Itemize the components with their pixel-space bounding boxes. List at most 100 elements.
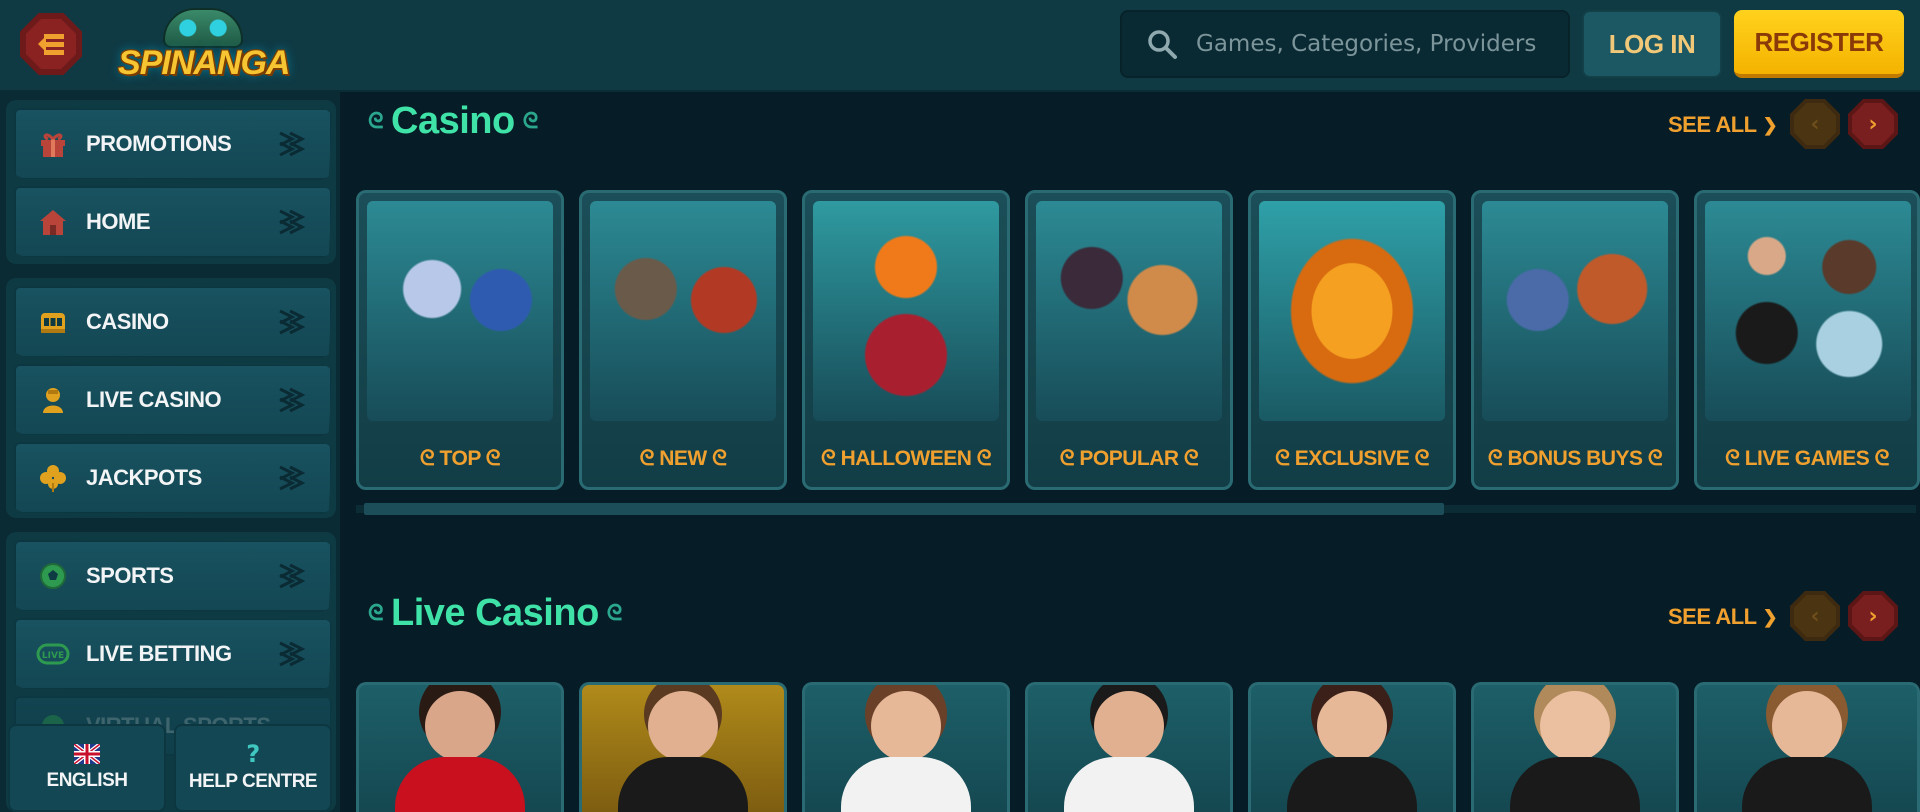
dealer-body — [1064, 757, 1194, 812]
chevron-right-icon — [279, 465, 306, 491]
live-icon: LIVE — [36, 637, 70, 671]
swirl-icon: ᘓ — [706, 447, 727, 470]
swirl-icon: ᘓ — [1487, 447, 1508, 470]
dealer-face — [648, 691, 718, 761]
chevron-right-icon — [279, 387, 306, 413]
question-icon: ? — [246, 740, 260, 768]
swirl-icon: ᘓ — [1725, 447, 1745, 470]
swirl-icon: ᘓ — [639, 447, 660, 470]
swirl-icon: ᘓ — [522, 109, 539, 134]
category-label: ᘓ NEW ᘓ — [639, 447, 727, 470]
sidebar-item-label: LIVE BETTING — [86, 641, 232, 666]
casino-section-title: ᘓ Casino ᘓ — [368, 100, 538, 143]
sidebar-item-home[interactable]: HOME — [14, 186, 332, 258]
live-casino-prev-button[interactable]: ‹ — [1790, 591, 1840, 641]
live-game-card[interactable] — [579, 682, 787, 812]
site-logo[interactable]: SPINANGA — [118, 6, 290, 90]
category-label: ᘓ POPULAR ᘓ — [1059, 447, 1199, 470]
language-selector[interactable]: ENGLISH — [8, 724, 166, 812]
swirl-icon: ᘓ — [368, 601, 384, 626]
gem-artwork — [1259, 201, 1445, 421]
sidebar-toggle-button[interactable] — [20, 13, 82, 75]
category-card-top[interactable]: ᘓ TOP ᘓ — [356, 190, 564, 490]
category-label: ᘓ HALLOWEEN ᘓ — [820, 447, 992, 470]
swirl-icon: ᘓ — [1409, 447, 1430, 470]
see-all-label: SEE ALL — [1668, 604, 1757, 629]
dealer-body — [1287, 757, 1417, 812]
svg-text:LIVE: LIVE — [42, 651, 64, 661]
dealer-icon — [36, 383, 70, 417]
login-button[interactable]: LOG IN — [1582, 10, 1722, 78]
sidebar-item-jackpots[interactable]: JACKPOTS — [14, 442, 332, 514]
sidebar-item-live-betting[interactable]: LIVE LIVE BETTING — [14, 618, 332, 690]
see-all-label: SEE ALL — [1668, 112, 1757, 137]
swirl-icon: ᘓ — [419, 447, 440, 470]
category-label: ᘓ BONUS BUYS ᘓ — [1487, 447, 1663, 470]
logo-text: SPINANGA — [118, 44, 290, 82]
search-box[interactable] — [1120, 10, 1570, 78]
chevron-right-icon: ❯ — [1762, 606, 1778, 627]
category-card-live-games[interactable]: ᘓ LIVE GAMES ᘓ — [1694, 190, 1920, 490]
live-game-card[interactable] — [356, 682, 564, 812]
live-game-card[interactable] — [1025, 682, 1233, 812]
sidebar-item-label: SPORTS — [86, 563, 174, 588]
sidebar-item-live-casino[interactable]: LIVE CASINO — [14, 364, 332, 436]
pharaoh-artwork — [1036, 201, 1222, 421]
swirl-icon: ᘓ — [1178, 447, 1199, 470]
category-label: ᘓ TOP ᘓ — [419, 447, 501, 470]
dealer-body — [841, 757, 971, 812]
dealer-body — [1742, 757, 1872, 812]
chevron-right-icon — [279, 131, 306, 157]
dealer-face — [1540, 691, 1610, 761]
live-casino-section-title: ᘓ Live Casino ᘓ — [368, 592, 622, 635]
swirl-icon: ᘓ — [480, 447, 501, 470]
category-card-popular[interactable]: ᘓ POPULAR ᘓ — [1025, 190, 1233, 490]
zeus-artwork — [367, 201, 553, 421]
category-card-exclusive[interactable]: ᘓ EXCLUSIVE ᘓ — [1248, 190, 1456, 490]
swirl-icon: ᘓ — [820, 447, 841, 470]
soccer-ball-icon — [36, 559, 70, 593]
register-button[interactable]: REGISTER — [1734, 10, 1904, 78]
sidebar-item-label: PROMOTIONS — [86, 131, 232, 156]
uk-flag-icon — [74, 744, 100, 764]
top-bar: SPINANGA LOG IN REGISTER — [0, 0, 1920, 92]
menu-icon — [26, 19, 76, 69]
arrow-right-icon: › — [1852, 103, 1894, 145]
casino-next-button[interactable]: › — [1848, 99, 1898, 149]
sidebar-item-sports[interactable]: SPORTS — [14, 540, 332, 612]
casino-see-all-link[interactable]: SEE ALL ❯ — [1668, 112, 1778, 138]
arrow-right-icon: › — [1852, 595, 1894, 637]
live-casino-see-all-link[interactable]: SEE ALL ❯ — [1668, 604, 1778, 630]
pumpkin-artwork — [813, 201, 999, 421]
dealer-body — [618, 757, 748, 812]
swirl-icon: ᘓ — [368, 109, 384, 134]
dealer-face — [1772, 691, 1842, 761]
category-label: ᘓ EXCLUSIVE ᘓ — [1275, 447, 1430, 470]
sidebar-item-label: HOME — [86, 209, 151, 234]
search-icon — [1148, 30, 1177, 59]
category-card-halloween[interactable]: ᘓ HALLOWEEN ᘓ — [802, 190, 1010, 490]
dealer-body — [1510, 757, 1640, 812]
dealer-face — [1094, 691, 1164, 761]
category-card-bonus-buys[interactable]: ᘓ BONUS BUYS ᘓ — [1471, 190, 1679, 490]
dealer-face — [871, 691, 941, 761]
live-game-card[interactable] — [1248, 682, 1456, 812]
sidebar-item-label: LIVE CASINO — [86, 387, 222, 412]
casino-category-carousel: ᘓ TOP ᘓ ᘓ NEW ᘓ ᘓ HALLOWEEN ᘓ ᘓ POPULAR … — [356, 190, 1920, 490]
live-casino-next-button[interactable]: › — [1848, 591, 1898, 641]
live-game-card[interactable] — [1471, 682, 1679, 812]
sidebar-item-promotions[interactable]: PROMOTIONS — [14, 108, 332, 180]
sidebar-item-casino[interactable]: CASINO — [14, 286, 332, 358]
live-game-card[interactable] — [802, 682, 1010, 812]
heroes-artwork — [1482, 201, 1668, 421]
swirl-icon: ᘓ — [606, 601, 623, 626]
section-title-text: Live Casino — [391, 592, 599, 634]
carousel-scrollbar[interactable] — [364, 503, 1444, 515]
category-card-new[interactable]: ᘓ NEW ᘓ — [579, 190, 787, 490]
casino-prev-button[interactable]: ‹ — [1790, 99, 1840, 149]
adventurers-artwork — [590, 201, 776, 421]
swirl-icon: ᘓ — [1642, 447, 1663, 470]
help-centre-button[interactable]: ? HELP CENTRE — [174, 724, 332, 812]
search-input[interactable] — [1196, 31, 1556, 57]
live-game-card[interactable] — [1694, 682, 1920, 812]
